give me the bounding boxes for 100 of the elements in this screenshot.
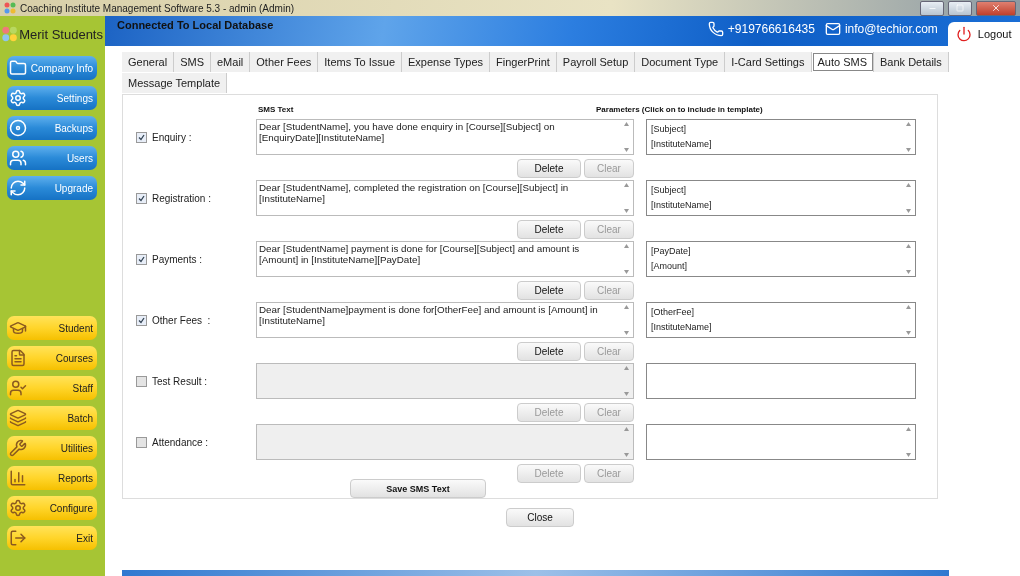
- sms-text: Dear [StudentName], you have done enquiry in [Course][Subject] on [EnquiryDate][InstituteName]: [259, 121, 556, 143]
- sidebar-button[interactable]: Configure: [7, 496, 97, 520]
- save-button[interactable]: Save SMS Text: [350, 479, 486, 498]
- tab[interactable]: Payroll Setup: [556, 52, 636, 72]
- scroll-up-icon[interactable]: [623, 183, 629, 187]
- sidebar-button[interactable]: Staff: [7, 376, 97, 400]
- scroll-up-icon[interactable]: [905, 305, 911, 309]
- refresh-icon: [9, 179, 27, 197]
- close-button[interactable]: Close: [506, 508, 574, 527]
- parameter-item[interactable]: [PayDate]: [651, 244, 897, 259]
- tab[interactable]: FingerPrint: [490, 52, 557, 72]
- delete-button[interactable]: Delete: [517, 220, 581, 239]
- phone-number: +919766616435: [727, 22, 815, 36]
- parameter-item[interactable]: [OtherFee]: [651, 305, 897, 320]
- checkbox[interactable]: [136, 192, 147, 204]
- window-title: Coaching Institute Management Software 5.3 - admin (Admin): [20, 2, 296, 14]
- parameters-list[interactable]: [646, 363, 916, 399]
- sidebar-button[interactable]: Backups: [7, 116, 97, 140]
- sidebar-button[interactable]: Users: [7, 146, 97, 170]
- parameter-item[interactable]: [InstituteName]: [651, 137, 897, 152]
- scroll-down-icon[interactable]: [905, 270, 911, 274]
- row-label: Test Result :: [152, 375, 208, 387]
- close-window-button[interactable]: [976, 0, 1016, 16]
- user-check-icon: [9, 379, 27, 397]
- delete-button[interactable]: Delete: [517, 159, 581, 178]
- close-icon: [991, 3, 1001, 13]
- row-label: Attendance :: [152, 436, 209, 448]
- tab[interactable]: Expense Types: [402, 52, 491, 72]
- parameters-list[interactable]: [PayDate] [Amount]: [646, 241, 916, 277]
- checkbox[interactable]: [136, 314, 147, 326]
- scroll-up-icon[interactable]: [905, 427, 911, 431]
- sms-text-field[interactable]: Dear [StudentName], you have done enquiry in [Course][Subject] on [EnquiryDate][InstituteName]: [256, 119, 634, 155]
- tab[interactable]: I-Card Settings: [725, 52, 812, 72]
- checkbox[interactable]: [136, 436, 147, 448]
- tab[interactable]: eMail: [211, 52, 251, 72]
- logout-button[interactable]: Logout: [947, 22, 1020, 46]
- checkbox[interactable]: [136, 253, 147, 265]
- column-heading: Parameters (Click on to include in template): [596, 105, 764, 116]
- delete-button[interactable]: Delete: [517, 342, 581, 361]
- minimize-button[interactable]: [920, 0, 944, 16]
- sms-text-field[interactable]: Dear [StudentName]payment is done for[OtherFee] and amount is [Amount] in [InstituteName]: [256, 302, 634, 338]
- tab[interactable]: General: [122, 52, 175, 72]
- parameters-list[interactable]: [OtherFee] [InstituteName]: [646, 302, 916, 338]
- row-label: Other Fees :: [152, 314, 211, 326]
- tab[interactable]: Message Template: [122, 73, 228, 93]
- users-icon: [9, 149, 27, 167]
- parameter-item[interactable]: [Subject]: [651, 122, 897, 137]
- scroll-up-icon[interactable]: [623, 305, 629, 309]
- scroll-up-icon[interactable]: [905, 244, 911, 248]
- scroll-down-icon[interactable]: [905, 209, 911, 213]
- scroll-down-icon[interactable]: [623, 331, 629, 335]
- scroll-up-icon[interactable]: [905, 183, 911, 187]
- phone-icon: [707, 21, 724, 37]
- sidebar-button[interactable]: Reports: [7, 466, 97, 490]
- tab[interactable]: Items To Issue: [318, 52, 403, 72]
- graduation-cap-icon: [9, 319, 27, 337]
- tab[interactable]: Other Fees: [250, 52, 319, 72]
- scroll-down-icon[interactable]: [623, 270, 629, 274]
- row-label: Payments :: [152, 253, 203, 265]
- scroll-down-icon[interactable]: [905, 331, 911, 335]
- sidebar-button[interactable]: Settings: [7, 86, 97, 110]
- sidebar-button[interactable]: Batch: [7, 406, 97, 430]
- parameters-list[interactable]: [646, 424, 916, 460]
- tab[interactable]: Document Type: [635, 52, 726, 72]
- maximize-button[interactable]: [948, 0, 972, 16]
- folder-icon: [9, 59, 27, 77]
- connection-status: Connected To Local Database: [117, 19, 275, 31]
- gear-icon: [9, 89, 27, 107]
- sidebar-button[interactable]: Upgrade: [7, 176, 97, 200]
- scroll-up-icon[interactable]: [623, 244, 629, 248]
- scroll-up-icon[interactable]: [905, 122, 911, 126]
- checkbox[interactable]: [136, 375, 147, 387]
- parameter-item[interactable]: [InstituteName]: [651, 320, 897, 335]
- parameters-list[interactable]: [Subject] [InstituteName]: [646, 180, 916, 216]
- checkbox[interactable]: [136, 131, 147, 143]
- sidebar-button[interactable]: Utilities: [7, 436, 97, 460]
- parameters-list[interactable]: [Subject] [InstituteName]: [646, 119, 916, 155]
- parameter-item[interactable]: [Amount]: [651, 259, 897, 274]
- sms-text-field[interactable]: Dear [StudentName] payment is done for [Course][Subject] and amount is [Amount] in [InstituteName][PayDate]: [256, 241, 634, 277]
- layers-icon: [9, 409, 27, 427]
- delete-button[interactable]: Delete: [517, 281, 581, 300]
- scroll-down-icon[interactable]: [623, 209, 629, 213]
- tab[interactable]: Auto SMS: [811, 52, 875, 72]
- sms-text-field[interactable]: Dear [StudentName], completed the registration on [Course][Subject] in [InstituteName]: [256, 180, 634, 216]
- sidebar-button[interactable]: Courses: [7, 346, 97, 370]
- scroll-down-icon[interactable]: [905, 453, 911, 457]
- sidebar-button[interactable]: Company Info: [7, 56, 97, 80]
- scroll-up-icon[interactable]: [623, 122, 629, 126]
- exit-icon: [9, 529, 27, 547]
- email-address: info@techior.com: [844, 22, 938, 36]
- sidebar-button[interactable]: Exit: [7, 526, 97, 550]
- sidebar-button[interactable]: Student: [7, 316, 97, 340]
- scroll-down-icon[interactable]: [623, 148, 629, 152]
- tab[interactable]: Bank Details: [874, 52, 949, 72]
- tab[interactable]: SMS: [174, 52, 211, 72]
- scroll-down-icon[interactable]: [905, 148, 911, 152]
- parameter-item[interactable]: [Subject]: [651, 183, 897, 198]
- sms-text: Dear [StudentName]payment is done for[OtherFee] and amount is [Amount] in [InstituteName]: [259, 304, 599, 326]
- row-label: Enquiry :: [152, 131, 192, 143]
- parameter-item[interactable]: [InstituteName]: [651, 198, 897, 213]
